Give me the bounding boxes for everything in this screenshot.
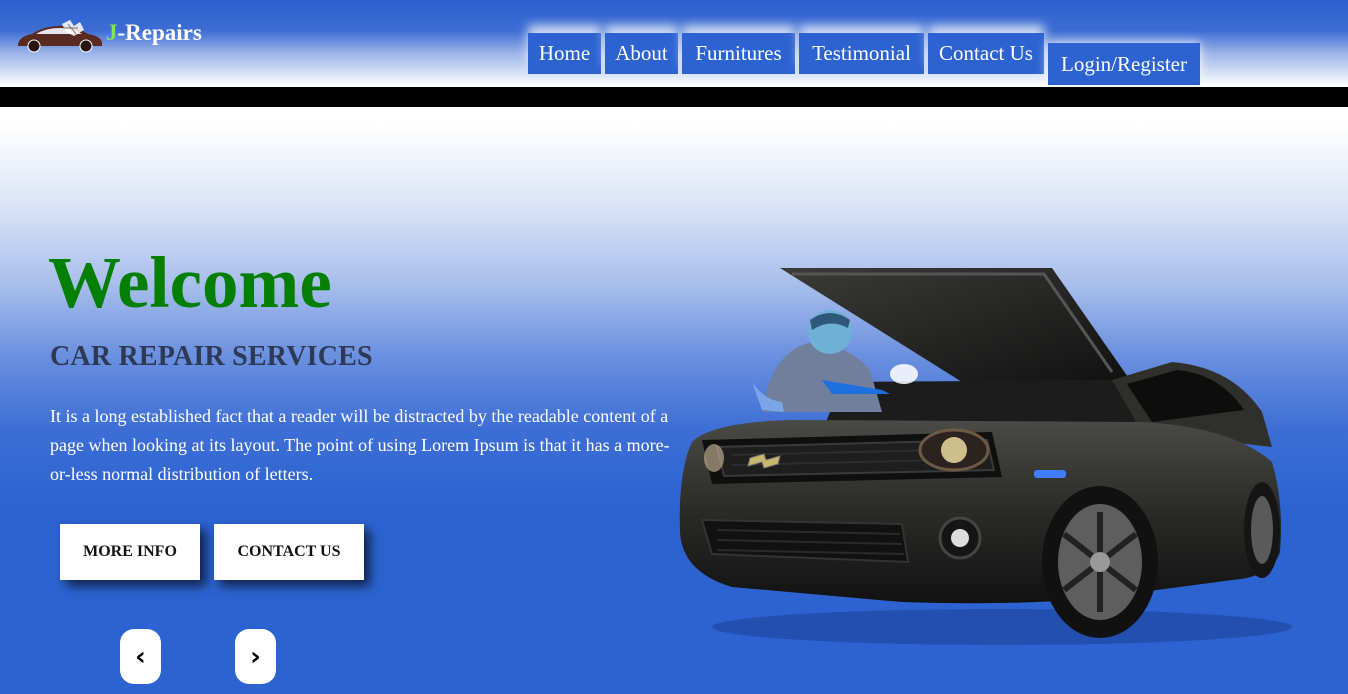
more-info-button[interactable]: MORE INFO — [60, 524, 200, 580]
nav-home[interactable]: Home — [528, 33, 601, 74]
car-logo-icon — [18, 20, 102, 53]
nav-furnitures[interactable]: Furnitures — [682, 33, 795, 74]
nav-testimonial[interactable]: Testimonial — [799, 33, 924, 74]
brand-name: J-Repairs — [106, 20, 202, 46]
site-header: J-Repairs Home About Furnitures Testimon… — [0, 0, 1348, 87]
hero-heading: Welcome — [48, 242, 332, 323]
brand-prefix: J — [106, 20, 118, 45]
nav-about[interactable]: About — [605, 33, 678, 74]
brand-suffix: -Repairs — [117, 20, 202, 45]
header-divider — [0, 87, 1348, 107]
chevron-right-icon[interactable]: › — [235, 629, 276, 684]
brand-logo[interactable]: J-Repairs — [14, 18, 202, 54]
chevron-left-icon[interactable]: ‹ — [120, 629, 161, 684]
login-register-button[interactable]: Login/Register — [1048, 43, 1200, 85]
hero-subtitle: CAR REPAIR SERVICES — [50, 341, 373, 372]
main-nav: Home About Furnitures Testimonial Contac… — [528, 33, 1048, 74]
contact-us-button[interactable]: CONTACT US — [214, 524, 364, 580]
hero-description: It is a long established fact that a rea… — [50, 406, 670, 484]
nav-contact-us[interactable]: Contact Us — [928, 33, 1044, 74]
car-mechanic-image — [679, 268, 1292, 645]
